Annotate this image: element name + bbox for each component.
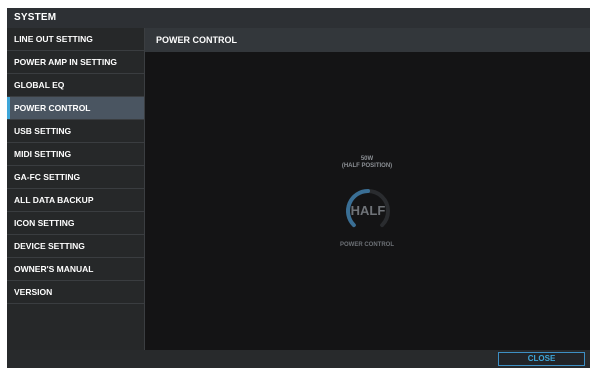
power-value-watts: 50W: [360, 156, 374, 162]
power-control-panel: 50W (HALF POSITION) HALF POWER CONTROL: [145, 52, 590, 350]
sidebar-item-ga-fc-setting[interactable]: GA-FC SETTING: [7, 166, 144, 189]
sidebar-item-label: VERSION: [14, 287, 53, 297]
sidebar-item-label: POWER AMP IN SETTING: [14, 57, 117, 67]
sidebar-item-owners-manual[interactable]: OWNER'S MANUAL: [7, 258, 144, 281]
window-title: SYSTEM: [7, 8, 590, 28]
sidebar-item-usb-setting[interactable]: USB SETTING: [7, 120, 144, 143]
system-window: SYSTEM LINE OUT SETTING POWER AMP IN SET…: [7, 8, 590, 368]
footer-bar: CLOSE: [7, 350, 590, 368]
sidebar-item-icon-setting[interactable]: ICON SETTING: [7, 212, 144, 235]
sidebar-item-version[interactable]: VERSION: [7, 281, 144, 304]
power-control-label: POWER CONTROL: [340, 242, 394, 248]
sidebar-item-label: ICON SETTING: [14, 218, 75, 228]
sidebar-item-label: USB SETTING: [14, 126, 72, 136]
power-value-position: (HALF POSITION): [341, 163, 393, 169]
sidebar-item-line-out-setting[interactable]: LINE OUT SETTING: [7, 28, 144, 51]
sidebar-item-power-amp-in-setting[interactable]: POWER AMP IN SETTING: [7, 51, 144, 74]
close-button[interactable]: CLOSE: [498, 352, 585, 366]
sidebar-item-power-control[interactable]: POWER CONTROL: [7, 97, 144, 120]
sidebar-item-label: GLOBAL EQ: [14, 80, 65, 90]
power-value-readout: 50W (HALF POSITION): [317, 156, 417, 170]
sidebar-item-all-data-backup[interactable]: ALL DATA BACKUP: [7, 189, 144, 212]
power-control-widget: 50W (HALF POSITION) HALF POWER CONTROL: [145, 52, 590, 350]
sidebar-item-label: POWER CONTROL: [14, 103, 91, 113]
sidebar-item-label: OWNER'S MANUAL: [14, 264, 94, 274]
sidebar-item-label: MIDI SETTING: [14, 149, 72, 159]
sidebar-item-midi-setting[interactable]: MIDI SETTING: [7, 143, 144, 166]
panel-title: POWER CONTROL: [145, 28, 590, 52]
power-control-knob[interactable]: HALF: [343, 186, 393, 236]
knob-value-text: HALF: [350, 203, 386, 218]
sidebar-item-global-eq[interactable]: GLOBAL EQ: [7, 74, 144, 97]
sidebar-item-device-setting[interactable]: DEVICE SETTING: [7, 235, 144, 258]
sidebar-item-label: ALL DATA BACKUP: [14, 195, 94, 205]
sidebar-item-label: GA-FC SETTING: [14, 172, 81, 182]
sidebar-item-label: DEVICE SETTING: [14, 241, 85, 251]
sidebar: LINE OUT SETTING POWER AMP IN SETTING GL…: [7, 28, 144, 350]
sidebar-item-label: LINE OUT SETTING: [14, 34, 93, 44]
